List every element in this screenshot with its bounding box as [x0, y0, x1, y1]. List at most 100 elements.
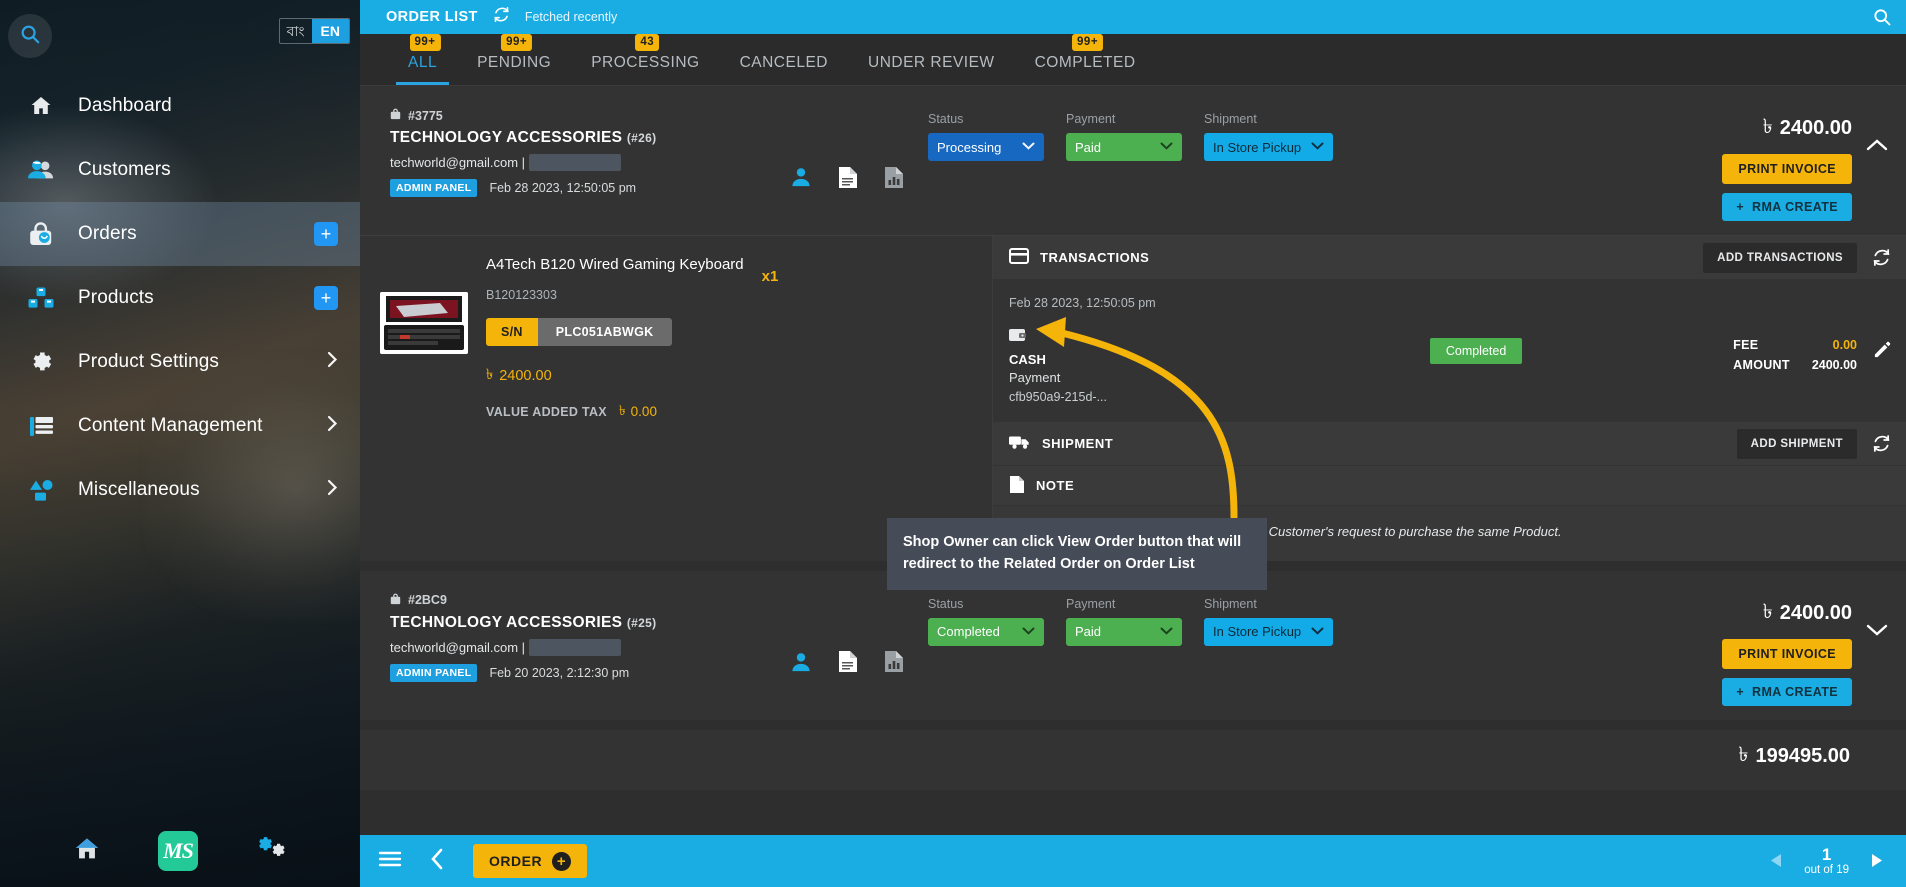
sidebar-search-button[interactable]: [8, 14, 52, 58]
add-order-button[interactable]: +: [314, 222, 338, 246]
order-header: #2BC9 TECHNOLOGY ACCESSORIES (#25) techw…: [360, 571, 1906, 720]
amount-value: 2400.00: [1811, 358, 1857, 372]
product-price-value: 2400.00: [499, 368, 552, 384]
plus-icon: +: [552, 851, 572, 871]
collapse-order-toggle[interactable]: [1866, 108, 1888, 157]
transaction-row: Feb 28 2023, 12:50:05 pm CASH Payment cf…: [993, 280, 1906, 422]
refresh-icon[interactable]: [1871, 247, 1892, 268]
bag-icon: [390, 108, 401, 123]
tab-processing[interactable]: 43 PROCESSING: [571, 34, 719, 85]
payment-label: Payment: [1066, 112, 1116, 126]
document-icon[interactable]: [838, 166, 858, 194]
gears-icon[interactable]: [254, 835, 288, 868]
amount-label: AMOUNT: [1733, 358, 1790, 372]
wallet-icon: [1009, 328, 1219, 348]
sidebar-item-orders[interactable]: Orders +: [0, 202, 360, 266]
sidebar-item-products[interactable]: Products +: [0, 266, 360, 330]
language-option-bn[interactable]: বাং: [280, 19, 312, 43]
tab-label: PROCESSING: [591, 54, 700, 71]
hamburger-icon[interactable]: [378, 850, 402, 873]
order-item-row: A4Tech B120 Wired Gaming Keyboard x1 B12…: [380, 256, 972, 423]
report-icon[interactable]: [884, 166, 904, 194]
transaction-date: Feb 28 2023, 12:50:05 pm: [1009, 296, 1156, 310]
product-vat: VALUE ADDED TAX ৳ 0.00: [486, 400, 972, 423]
home-icon[interactable]: [72, 835, 102, 868]
customer-email: techworld@gmail.com |: [390, 638, 780, 656]
status-label: Status: [928, 596, 964, 611]
topbar: ORDER LIST Fetched recently: [360, 0, 1906, 34]
sidebar-item-content-management[interactable]: Content Management: [0, 394, 360, 458]
payment-dropdown[interactable]: Paid: [1066, 617, 1182, 646]
order-title-text: TECHNOLOGY ACCESSORIES: [390, 129, 623, 146]
payment-dropdown[interactable]: Paid: [1066, 133, 1182, 161]
order-channel-badge: ADMIN PANEL: [390, 179, 478, 197]
transaction-reference: cfb950a9-215d-...: [1009, 390, 1107, 405]
customer-icon[interactable]: [790, 166, 812, 193]
serial-number-value[interactable]: PLC051ABWGK: [537, 318, 672, 346]
sidebar-item-customers[interactable]: Customers: [0, 138, 360, 202]
payment-value: Paid: [1075, 624, 1102, 640]
tab-completed[interactable]: 99+ COMPLETED: [1015, 34, 1156, 85]
shipment-panel-header: SHIPMENT ADD SHIPMENT: [993, 422, 1906, 467]
shipment-value: In Store Pickup: [1213, 139, 1302, 155]
tab-canceled[interactable]: CANCELED: [720, 54, 848, 85]
boxes-icon: [26, 286, 56, 310]
next-page-button[interactable]: [1871, 853, 1884, 868]
status-dropdown[interactable]: Completed: [928, 617, 1044, 646]
tab-badge: 99+: [409, 34, 441, 51]
print-invoice-button[interactable]: PRINT INVOICE: [1722, 638, 1852, 669]
document-icon[interactable]: [838, 650, 858, 678]
tab-label: PENDING: [477, 54, 552, 71]
tab-label: COMPLETED: [1034, 54, 1136, 71]
order-title: TECHNOLOGY ACCESSORIES (#25): [390, 614, 780, 632]
add-product-button[interactable]: +: [314, 286, 338, 310]
create-order-button[interactable]: ORDER +: [473, 844, 588, 878]
print-invoice-button[interactable]: PRINT INVOICE: [1722, 154, 1852, 184]
tab-under-review[interactable]: UNDER REVIEW: [848, 54, 1015, 85]
customer-email-text: techworld@gmail.com |: [390, 155, 526, 170]
sidebar-item-miscellaneous[interactable]: Miscellaneous: [0, 458, 360, 522]
status-dropdown[interactable]: Processing: [928, 133, 1044, 161]
tab-all[interactable]: 99+ ALL: [388, 34, 457, 85]
search-icon[interactable]: [1872, 7, 1892, 27]
redacted-phone: [529, 638, 622, 656]
refresh-icon[interactable]: [492, 5, 511, 29]
sidebar-nav: Dashboard Customers Orders + Products + …: [0, 74, 360, 522]
pencil-icon[interactable]: [1873, 338, 1892, 364]
current-page: 1: [1821, 844, 1832, 864]
chevron-down-icon: [1022, 626, 1035, 638]
chevron-down-icon: [1022, 141, 1035, 153]
redacted-phone: [529, 154, 622, 171]
product-name[interactable]: A4Tech B120 Wired Gaming Keyboard: [486, 256, 744, 273]
report-icon[interactable]: [884, 650, 904, 678]
order-meta: ADMIN PANEL Feb 28 2023, 12:50:05 pm: [390, 179, 780, 197]
order-quick-icons: [790, 593, 904, 706]
rma-create-button[interactable]: + RMA CREATE: [1722, 193, 1852, 221]
order-body: A4Tech B120 Wired Gaming Keyboard x1 B12…: [360, 235, 1906, 561]
sidebar-item-dashboard[interactable]: Dashboard: [0, 74, 360, 138]
customer-icon[interactable]: [790, 651, 812, 678]
annotation-text: Shop Owner can click View Order button t…: [903, 534, 1242, 572]
order-header: #3775 TECHNOLOGY ACCESSORIES (#26) techw…: [360, 86, 1906, 235]
shipment-dropdown[interactable]: In Store Pickup: [1204, 133, 1334, 161]
add-transactions-button[interactable]: ADD TRANSACTIONS: [1703, 242, 1857, 273]
shipment-value: In Store Pickup: [1213, 624, 1302, 640]
language-toggle[interactable]: বাং EN: [278, 18, 350, 44]
order-id: #3775: [390, 108, 780, 123]
expand-order-toggle[interactable]: [1866, 593, 1888, 642]
refresh-icon[interactable]: [1871, 433, 1892, 454]
shipment-dropdown[interactable]: In Store Pickup: [1204, 617, 1334, 646]
transaction-status-badge: Completed: [1429, 338, 1523, 364]
chevron-left-icon[interactable]: [430, 848, 445, 875]
sidebar-item-label: Dashboard: [78, 95, 172, 116]
sidebar-item-product-settings[interactable]: Product Settings: [0, 330, 360, 394]
add-shipment-button[interactable]: ADD SHIPMENT: [1736, 428, 1857, 459]
annotation-callout: Shop Owner can click View Order button t…: [887, 518, 1267, 590]
previous-page-button[interactable]: [1769, 853, 1782, 868]
tab-pending[interactable]: 99+ PENDING: [457, 34, 571, 85]
payment-value: Paid: [1075, 139, 1102, 155]
tab-badge: 99+: [1072, 34, 1104, 51]
rma-create-button[interactable]: + RMA CREATE: [1722, 677, 1852, 706]
order-date: Feb 20 2023, 2:12:30 pm: [489, 665, 630, 680]
language-option-en[interactable]: EN: [311, 19, 349, 43]
